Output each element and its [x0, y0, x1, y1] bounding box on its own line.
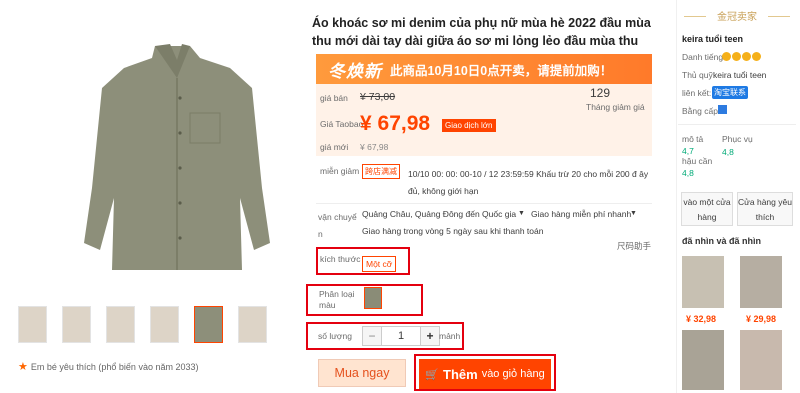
- desc-label: mô tả: [682, 134, 704, 144]
- discount-badge: 跨店满减: [362, 164, 400, 179]
- discount-text: 10/10 00: 00: 00-10 / 12 23:59:59 Khấu t…: [408, 169, 649, 196]
- color-swatch[interactable]: [364, 287, 382, 309]
- link-label: liên kết:: [682, 88, 712, 98]
- cert-label: Bằng cấp:: [682, 106, 721, 116]
- chevron-down-icon[interactable]: ▼: [630, 210, 637, 217]
- recommend-image[interactable]: [682, 256, 724, 308]
- taobao-price: ¥ 67,98: [360, 112, 431, 135]
- plus-button[interactable]: +: [421, 327, 439, 345]
- promo-big: 冬焕新: [328, 61, 382, 81]
- seen-title: đã nhìn và đã nhìn: [682, 236, 762, 246]
- new-price: ¥ 67,98: [360, 142, 389, 152]
- size-chart-link[interactable]: 尺码助手: [617, 240, 651, 252]
- shipping-free[interactable]: Giao hàng miễn phí nhanh: [531, 209, 631, 219]
- color-label: Phân loại màu: [319, 289, 355, 310]
- quantity-input[interactable]: 1: [381, 327, 421, 345]
- reputation-label: Danh tiếng:: [682, 52, 726, 62]
- favorite-store-button[interactable]: Cửa hàng yêu thích: [737, 192, 793, 226]
- original-price: ¥ 73,00: [360, 91, 396, 103]
- thumbnail[interactable]: [106, 306, 135, 343]
- favorite-text: Em bé yêu thích (phổ biến vào năm 2033): [30, 361, 199, 372]
- star-icon: ★: [18, 361, 28, 373]
- seller-name[interactable]: keira tuổi teen: [682, 34, 743, 44]
- chevron-down-icon[interactable]: ▼: [518, 210, 525, 217]
- promo-text: 此商品10月10日0点开卖，请提前加购！: [390, 63, 613, 78]
- product-title: Áo khoác sơ mi denim của phụ nữ mùa hè 2…: [312, 16, 651, 48]
- contact-badge[interactable]: 淘宝联系: [712, 86, 748, 99]
- divider: [678, 124, 796, 125]
- service-score: 4,8: [722, 147, 734, 157]
- quantity-unit: mảnh: [439, 331, 461, 341]
- favorite-info: ★ Em bé yêu thích (phổ biến vào năm 2033…: [18, 360, 198, 373]
- thumbnail-selected[interactable]: [194, 306, 223, 343]
- recommend-image[interactable]: [740, 330, 782, 390]
- recommend-price: ¥ 32,98: [686, 314, 717, 324]
- thumbnail[interactable]: [150, 306, 179, 343]
- sold-count: 129: [590, 86, 611, 100]
- cart-label-b: vào giỏ hàng: [481, 368, 545, 380]
- size-option[interactable]: Một cỡ: [362, 256, 397, 272]
- quantity-label: số lượng: [318, 331, 352, 341]
- discount-label: miễn giảm: [320, 166, 360, 176]
- thumbnail[interactable]: [62, 306, 91, 343]
- divider: [316, 203, 652, 204]
- cert-icon: [718, 105, 727, 114]
- recommend-price: ¥ 29,98: [746, 314, 777, 324]
- owner-label: Thủ quỹ:: [682, 70, 716, 80]
- minus-button[interactable]: −: [363, 327, 381, 345]
- taobao-price-label: Giá Taobao: [320, 119, 364, 129]
- quantity-stepper: − 1 +: [362, 326, 440, 346]
- crown-icon: [722, 51, 762, 62]
- thumbnail[interactable]: [238, 306, 267, 343]
- service-label: Phục vụ: [722, 134, 753, 144]
- buy-now-button[interactable]: Mua ngay: [318, 359, 406, 387]
- cart-label-a: Thêm: [443, 366, 478, 382]
- add-to-cart-button[interactable]: 🛒 Thêm vào giỏ hàng: [419, 359, 551, 389]
- thumbnail-strip: [18, 306, 278, 346]
- size-label: kích thước: [320, 254, 361, 264]
- sold-label: Tháng giảm giá: [586, 102, 645, 112]
- logistics-label: hậu cần: [682, 156, 713, 166]
- shipping-label: vận chuyể n: [318, 212, 357, 239]
- cart-icon: 🛒: [425, 368, 440, 381]
- original-price-label: giá bán: [320, 93, 348, 103]
- big-deal-badge: Giao dịch lớn: [442, 119, 496, 132]
- logistics-score: 4,8: [682, 168, 694, 178]
- thumbnail[interactable]: [18, 306, 47, 343]
- recommend-image[interactable]: [682, 330, 724, 390]
- new-price-label: giá mới: [320, 142, 349, 152]
- main-product-image[interactable]: [40, 18, 310, 286]
- enter-store-button[interactable]: vào một cửa hàng: [681, 192, 733, 226]
- shipping-origin[interactable]: Quảng Châu, Quảng Đông đến Quốc gia: [362, 209, 516, 219]
- desc-score: 4,7: [682, 146, 694, 156]
- promo-banner: 冬焕新 此商品10月10日0点开卖，请提前加购！: [316, 54, 652, 84]
- recommend-image[interactable]: [740, 256, 782, 308]
- seller-head: 金冠卖家: [680, 8, 794, 24]
- delivery-time: Giao hàng trong vòng 5 ngày sau khi than…: [362, 226, 544, 236]
- owner-name: keira tuổi teen: [713, 70, 767, 80]
